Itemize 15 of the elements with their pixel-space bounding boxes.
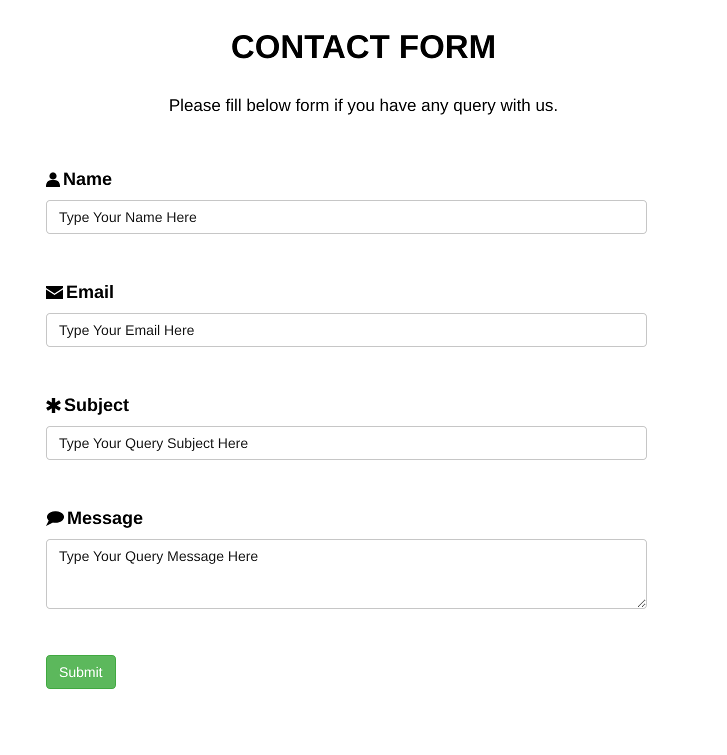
form-subtitle: Please fill below form if you have any query with us.	[168, 95, 558, 117]
message-field[interactable]: Type Your Query Message Here	[46, 539, 647, 609]
field-label: Email	[66, 280, 114, 304]
input-field[interactable]: Type Your Query Subject Here	[46, 426, 647, 460]
page-title: CONTACT FORM	[230, 27, 496, 67]
input-field[interactable]: Type Your Email Here	[46, 313, 647, 347]
envelope-icon	[46, 286, 63, 298]
input-field[interactable]: Type Your Name Here	[46, 200, 647, 234]
submit-button[interactable]: Submit	[46, 655, 116, 689]
field-label: Name	[63, 168, 112, 190]
field-label: Message	[67, 506, 144, 530]
speech-bubble-icon	[46, 510, 64, 526]
field-label: Subject	[64, 394, 130, 417]
asterisk-icon	[46, 398, 61, 412]
user-icon	[46, 172, 60, 186]
